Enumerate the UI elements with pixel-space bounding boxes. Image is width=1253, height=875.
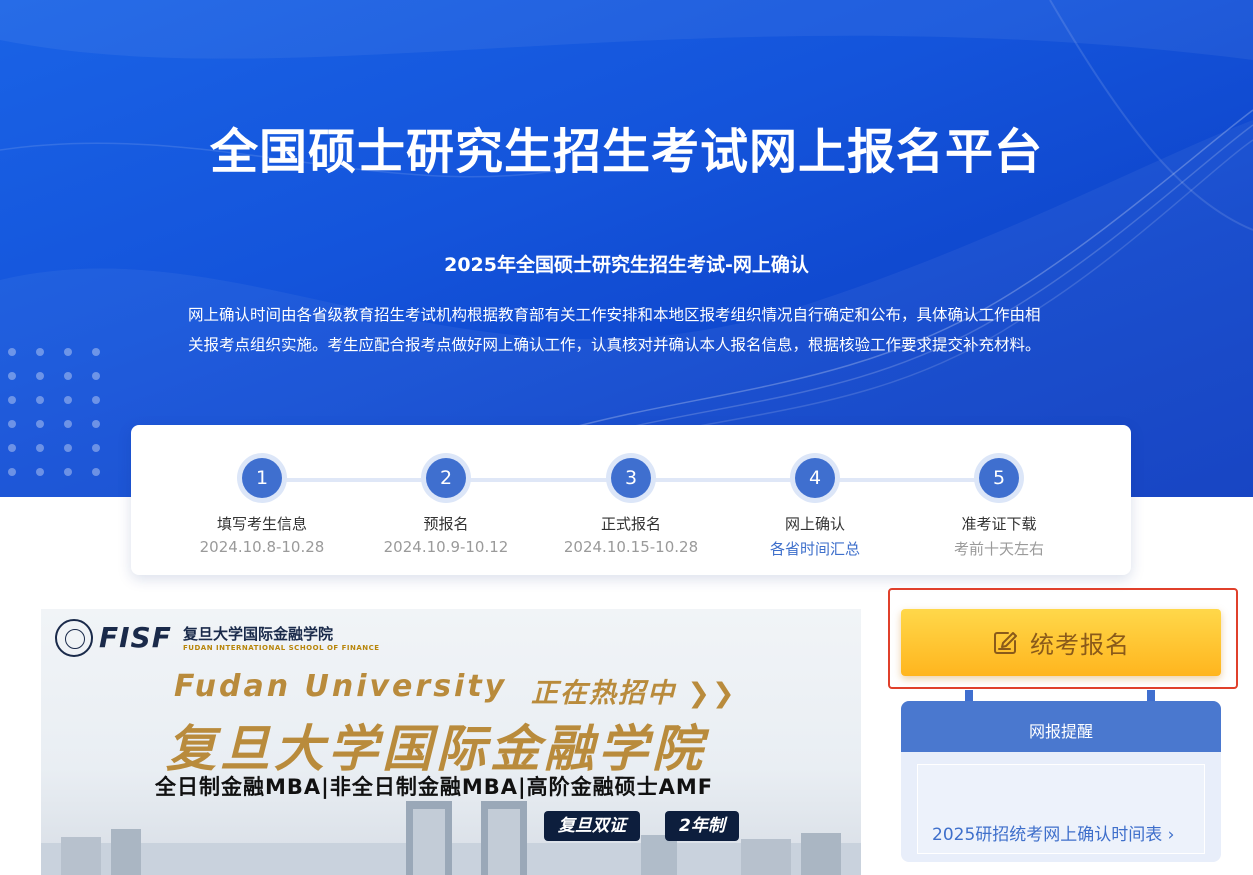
step-number-badge: 1 bbox=[237, 453, 287, 503]
reminder-title: 网报提醒 bbox=[901, 701, 1221, 752]
step-4: 4 网上确认 各省时间汇总 bbox=[715, 453, 915, 559]
step-5: 5 准考证下载 考前十天左右 bbox=[899, 453, 1099, 559]
registration-steps-card: 1 填写考生信息 2024.10.8-10.28 2 预报名 2024.10.9… bbox=[131, 425, 1131, 575]
confirmation-schedule-link[interactable]: 2025研招统考网上确认时间表 › bbox=[932, 820, 1174, 845]
register-button-label: 统考报名 bbox=[1030, 631, 1130, 659]
reminder-content: 2025研招统考网上确认时间表 › bbox=[917, 764, 1205, 854]
edit-icon bbox=[994, 631, 1017, 654]
step-date: 2024.10.8-10.28 bbox=[199, 538, 325, 556]
step-date: 2024.10.15-10.28 bbox=[563, 538, 699, 556]
page-title: 全国硕士研究生招生考试网上报名平台 bbox=[209, 124, 1043, 180]
hero-description-line: 网上确认时间由各省级教育招生考试机构根据教育部有关工作安排和本地区报考组织情况自… bbox=[188, 306, 1041, 324]
school-name-en: FUDAN INTERNATIONAL SCHOOL OF FINANCE bbox=[183, 644, 380, 652]
ad-banner-fudan[interactable]: FISF 复旦大学国际金融学院 FUDAN INTERNATIONAL SCHO… bbox=[41, 609, 861, 875]
banner-programs: 全日制金融MBA|非全日制金融MBA|高阶金融硕士AMF bbox=[155, 775, 714, 799]
step-number: 2 bbox=[426, 458, 466, 498]
page-subtitle: 2025年全国硕士研究生招生考试-网上确认 bbox=[444, 254, 809, 276]
step-number: 1 bbox=[242, 458, 282, 498]
step-number-badge: 2 bbox=[421, 453, 471, 503]
school-name-cn: 复旦大学国际金融学院 bbox=[183, 625, 334, 643]
step-number-badge: 3 bbox=[606, 453, 656, 503]
step-label: 填写考生信息 bbox=[216, 515, 307, 533]
step-number: 3 bbox=[611, 458, 651, 498]
step-2: 2 预报名 2024.10.9-10.12 bbox=[346, 453, 546, 556]
province-schedule-link[interactable]: 各省时间汇总 bbox=[715, 538, 915, 559]
step-label: 准考证下载 bbox=[961, 515, 1037, 533]
unified-exam-register-button[interactable]: 统考报名 bbox=[901, 609, 1221, 676]
banner-tag: 2年制 bbox=[665, 811, 739, 841]
banner-headline-en: Fudan University bbox=[174, 669, 508, 704]
step-1: 1 填写考生信息 2024.10.8-10.28 bbox=[162, 453, 362, 556]
fisf-logo-text: FISF bbox=[99, 621, 172, 654]
step-date: 考前十天左右 bbox=[953, 540, 1044, 558]
hero-description-line: 关报考点组织实施。考生应配合报考点做好网上确认工作，认真核对并确认本人报名信息，… bbox=[188, 336, 1041, 354]
step-date: 2024.10.9-10.12 bbox=[383, 538, 509, 556]
step-number-badge: 5 bbox=[974, 453, 1024, 503]
banner-tag: 复旦双证 bbox=[544, 811, 640, 841]
step-number-badge: 4 bbox=[790, 453, 840, 503]
step-number: 5 bbox=[979, 458, 1019, 498]
registration-reminder-panel: 网报提醒 2025研招统考网上确认时间表 › bbox=[901, 701, 1221, 862]
step-label: 网上确认 bbox=[784, 515, 845, 533]
step-label: 正式报名 bbox=[600, 515, 661, 533]
step-number: 4 bbox=[795, 458, 835, 498]
hero-description: 网上确认时间由各省级教育招生考试机构根据教育部有关工作安排和本地区报考组织情况自… bbox=[188, 300, 1078, 360]
step-3: 3 正式报名 2024.10.15-10.28 bbox=[531, 453, 731, 556]
hero-banner: 全国硕士研究生招生考试网上报名平台 2025年全国硕士研究生招生考试-网上确认 … bbox=[0, 0, 1253, 497]
step-label: 预报名 bbox=[423, 515, 469, 533]
dot-pattern-decoration bbox=[8, 348, 100, 476]
banner-hot-recruiting: 正在热招中 ❯❯ bbox=[531, 678, 737, 709]
university-seal-icon bbox=[55, 619, 93, 657]
hero-wave-decoration bbox=[0, 0, 1253, 497]
